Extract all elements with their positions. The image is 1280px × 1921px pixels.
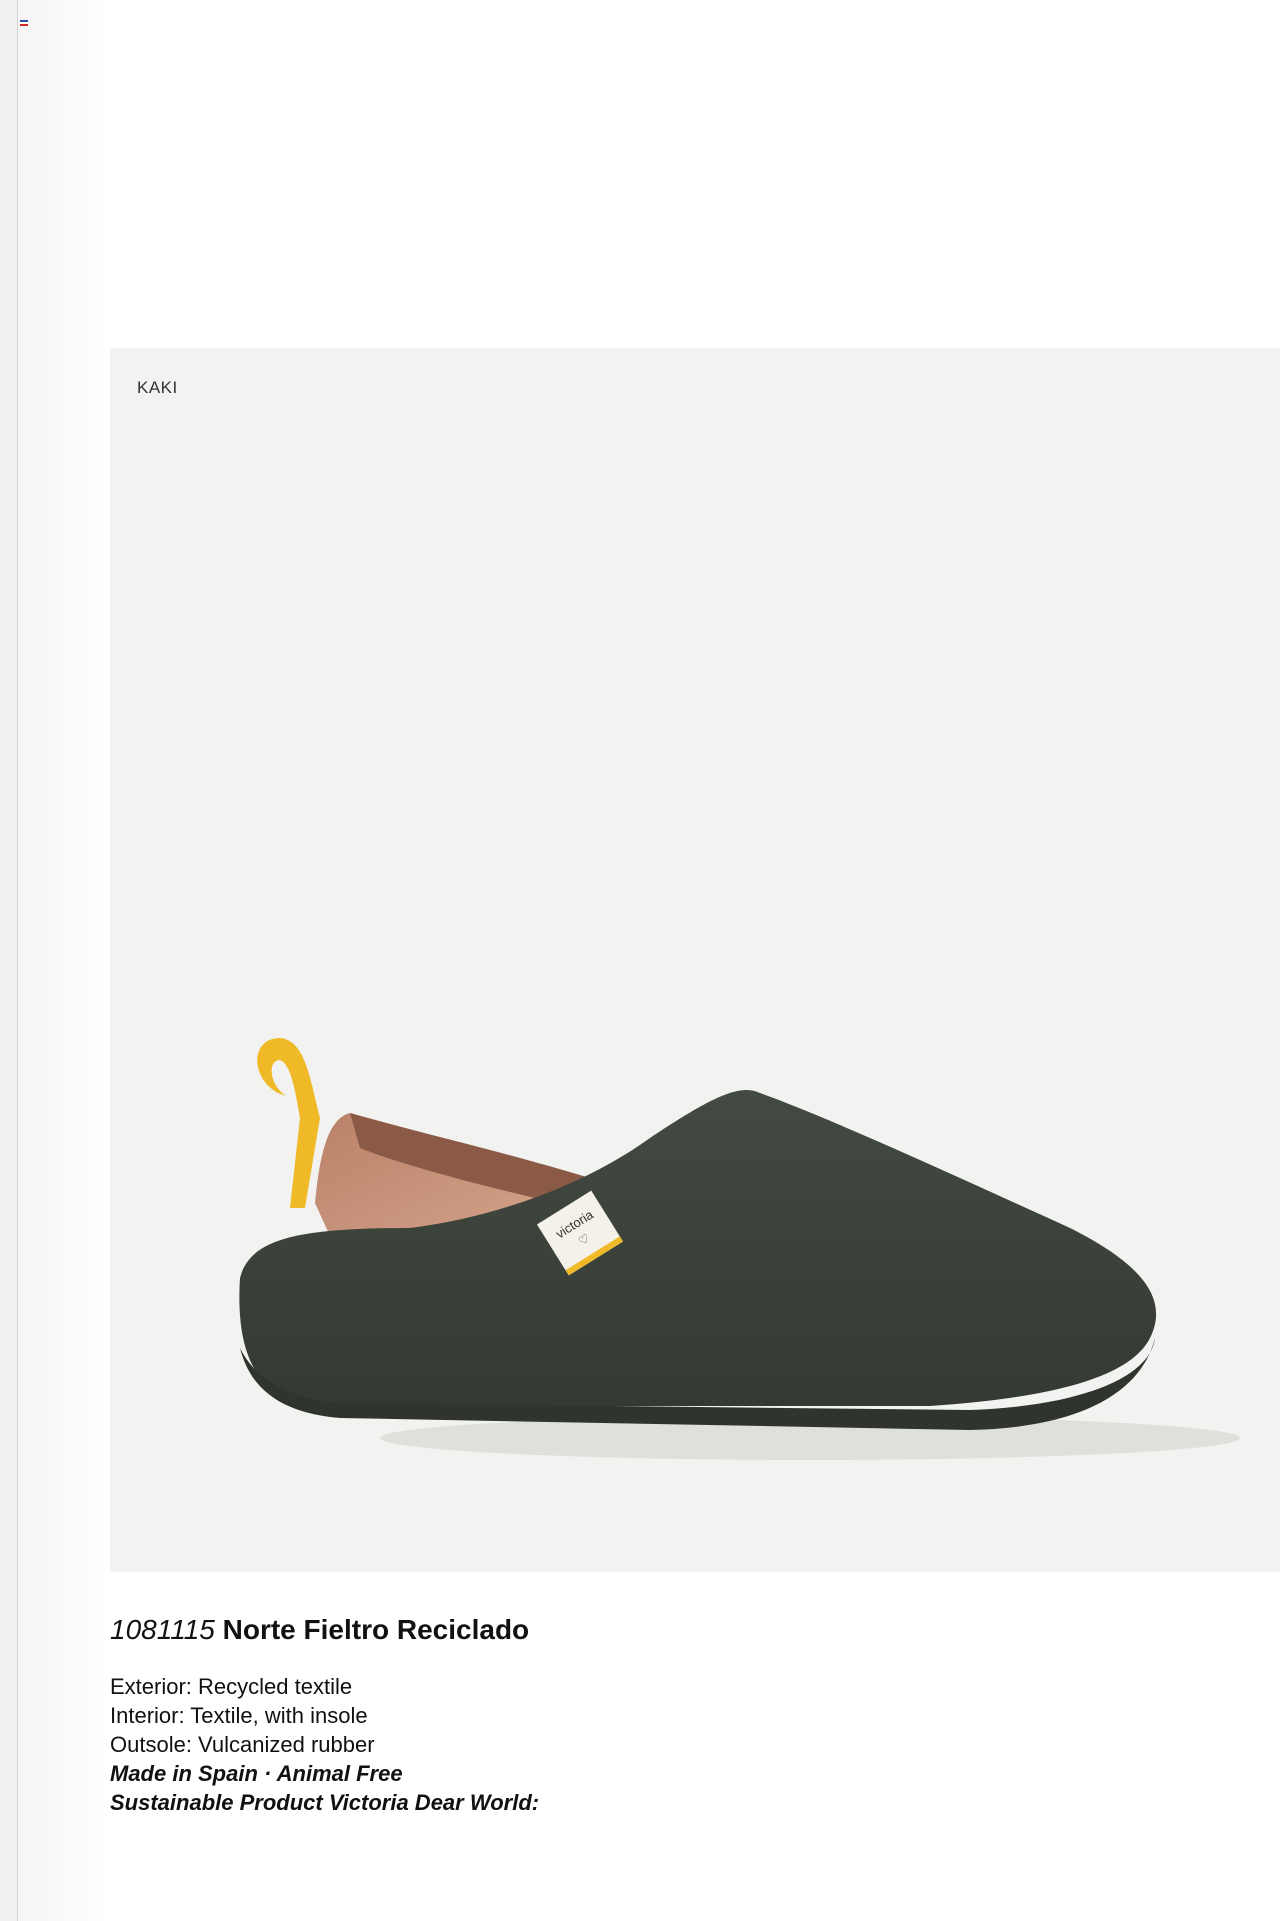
product-name: Norte Fieltro Reciclado bbox=[222, 1614, 530, 1645]
product-code: 1081115 bbox=[110, 1614, 215, 1645]
tag-sustainable: Sustainable Product Victoria Dear World: bbox=[110, 1790, 540, 1815]
spec-exterior: Exterior: Recycled textile bbox=[110, 1674, 353, 1699]
tag-origin: Made in Spain · Animal Free bbox=[110, 1761, 403, 1786]
pull-tab bbox=[257, 1038, 320, 1208]
product-title: 1081115 Norte Fieltro Reciclado bbox=[110, 1612, 1210, 1648]
flag-icon bbox=[20, 20, 28, 26]
spec-outsole: Outsole: Vulcanized rubber bbox=[110, 1732, 375, 1757]
spec-interior: Interior: Textile, with insole bbox=[110, 1703, 368, 1728]
left-rail bbox=[0, 0, 18, 1921]
spec-list: Exterior: Recycled textile Interior: Tex… bbox=[110, 1672, 1210, 1817]
product-image-card: KAKI victoria ♡ bbox=[110, 348, 1280, 1572]
product-info: 1081115 Norte Fieltro Reciclado Exterior… bbox=[110, 1612, 1210, 1817]
left-gutter bbox=[18, 0, 108, 1921]
shoe-image: victoria ♡ bbox=[239, 1038, 1240, 1460]
